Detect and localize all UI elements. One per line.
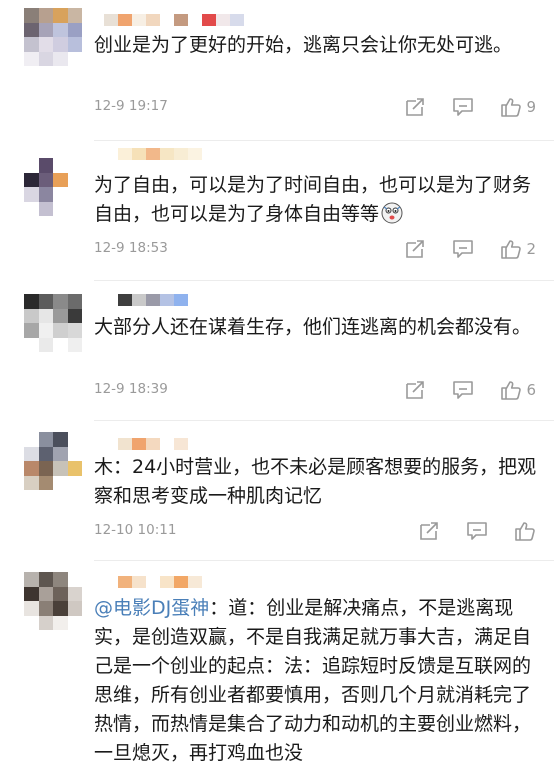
- thumbs-up-icon: [501, 381, 522, 400]
- thumbs-up-icon: [501, 98, 522, 117]
- comment-time: 12-9 18:39: [94, 381, 168, 397]
- divider: [94, 420, 554, 421]
- like-count: 9: [526, 98, 536, 116]
- emoji-icon: [381, 202, 403, 233]
- username-blurred[interactable]: [104, 576, 216, 588]
- avatar[interactable]: [24, 294, 82, 352]
- comment-body: 为了自由，可以是为了时间自由，也可以是为了财务自由，也可以是为了身体自由等等: [94, 174, 532, 225]
- comment-text: @电影DJ蛋神：道：创业是解决痛点，不是逃离现实，是创造双赢，不是自我满足就万事…: [94, 594, 540, 768]
- comment-time: 12-10 10:11: [94, 522, 177, 538]
- comment-text: 木：24小时营业，也不未必是顾客想要的服务，把观察和思考变成一种肌肉记忆: [94, 456, 537, 507]
- comment-icon: [453, 381, 474, 399]
- share-icon: [420, 522, 438, 540]
- comment-icon: [467, 522, 487, 540]
- comment-text: 大部分人还在谋着生存，他们连逃离的机会都没有。: [94, 316, 532, 338]
- reply-button[interactable]: [466, 521, 488, 541]
- divider: [94, 140, 554, 141]
- avatar[interactable]: [24, 8, 82, 66]
- avatar[interactable]: [24, 158, 82, 216]
- share-icon: [406, 381, 425, 399]
- like-button[interactable]: [514, 520, 536, 542]
- like-count: 6: [526, 381, 536, 399]
- reply-button[interactable]: [452, 97, 474, 117]
- like-button[interactable]: 6: [500, 379, 536, 401]
- comment-time: 12-9 18:53: [94, 240, 168, 256]
- thumbs-up-icon: [515, 522, 535, 541]
- mention-link[interactable]: @电影DJ蛋神: [94, 597, 209, 619]
- share-icon: [406, 240, 425, 258]
- like-count: 2: [526, 240, 536, 258]
- comment-actions: 9: [404, 96, 536, 118]
- username-blurred[interactable]: [104, 14, 244, 26]
- comment-actions: 2: [404, 238, 536, 260]
- comment-icon: [453, 98, 474, 116]
- like-button[interactable]: 9: [500, 96, 536, 118]
- share-button[interactable]: [404, 380, 426, 400]
- username-blurred[interactable]: [104, 294, 188, 306]
- share-button[interactable]: [404, 97, 426, 117]
- avatar[interactable]: [24, 572, 82, 630]
- thumbs-up-icon: [501, 240, 522, 259]
- reply-button[interactable]: [452, 239, 474, 259]
- comment-text: 为了自由，可以是为了时间自由，也可以是为了财务自由，也可以是为了身体自由等等: [94, 171, 540, 233]
- avatar[interactable]: [24, 432, 82, 490]
- share-icon: [406, 98, 425, 116]
- share-button[interactable]: [404, 239, 426, 259]
- comment-actions: 6: [404, 379, 536, 401]
- divider: [94, 280, 554, 281]
- username-blurred[interactable]: [104, 438, 202, 450]
- username-blurred[interactable]: [104, 148, 216, 160]
- comment-time: 12-9 19:17: [94, 98, 168, 114]
- comment-text: 创业是为了更好的开始，逃离只会让你无处可逃。: [94, 34, 513, 56]
- comment-body: ：道：创业是解决痛点，不是逃离现实，是创造双赢，不是自我满足就万事大吉，满足自己…: [94, 597, 532, 764]
- comment-actions: [418, 520, 536, 542]
- comment-feed: 创业是为了更好的开始，逃离只会让你无处可逃。 12-9 19:17 9 为了自由…: [0, 0, 554, 766]
- divider: [94, 560, 554, 561]
- comment-icon: [453, 240, 474, 258]
- share-button[interactable]: [418, 521, 440, 541]
- reply-button[interactable]: [452, 380, 474, 400]
- like-button[interactable]: 2: [500, 238, 536, 260]
